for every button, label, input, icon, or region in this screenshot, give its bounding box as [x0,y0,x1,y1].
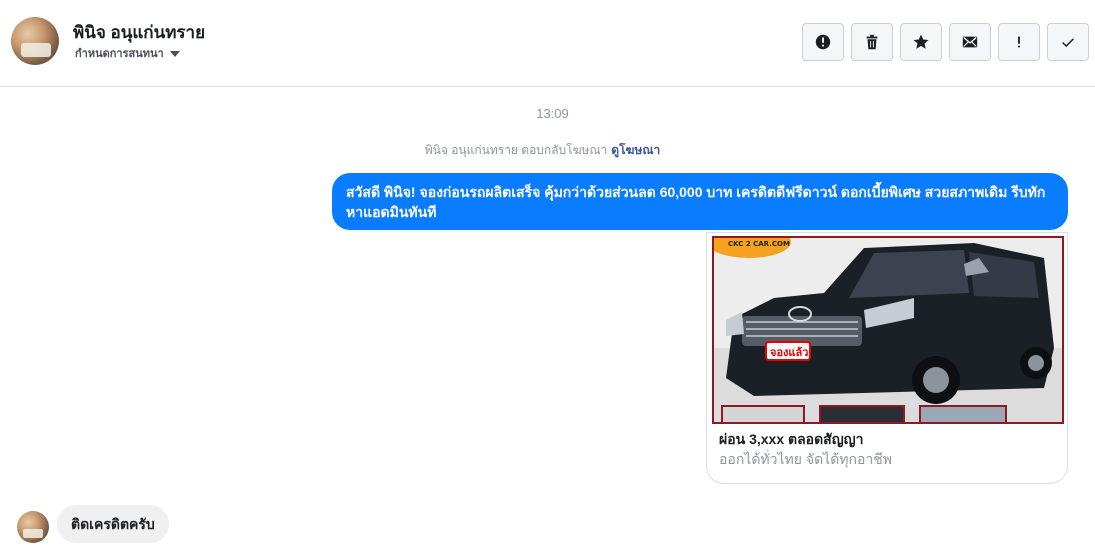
ad-card[interactable]: CKC 2 CAR.COM จองแล้ว ผ่อน 3,xxx ตลอดสัญ… [706,232,1068,484]
outgoing-message[interactable]: สวัสดี พินิจ! จองก่อนรถผลิตเสร็จ คุ้มกว่… [332,173,1068,230]
dealer-logo-text: CKC 2 CAR.COM [728,240,790,248]
mark-unread-button[interactable] [949,23,991,61]
pickup-truck-image: CKC 2 CAR.COM จองแล้ว [714,238,1062,422]
check-icon [1062,38,1074,48]
incoming-message[interactable]: ติดเครดิตครับ [57,505,169,543]
ad-reply-notice: พินิจ อนุแก่นทราย ตอบกลับโฆษณา ดูโฆษณา [0,141,1085,160]
booked-sticker-text: จองแล้ว [770,346,808,359]
star-button[interactable] [900,23,942,61]
mark-spam-button[interactable] [802,23,844,61]
conversation-header: พินิจ อนุแก่นทราย กำหนดการสนทนา [0,0,1095,87]
message-timestamp: 13:09 [536,106,569,121]
ad-title: ผ่อน 3,xxx ตลอดสัญญา [719,431,864,447]
view-ad-link[interactable]: ดูโฆษณา [611,143,660,157]
caret-down-icon [169,50,180,57]
trash-icon [866,34,878,50]
contact-name[interactable]: พินิจ อนุแก่นทราย [73,19,205,46]
delete-button[interactable] [851,23,893,61]
alert-circle-icon [815,34,831,50]
conversation-toolbar [802,23,1089,61]
envelope-icon [962,36,978,48]
ad-description: ออกได้ทั่วไทย จัดได้ทุกอาชีพ [719,451,893,467]
star-icon [913,34,929,49]
conversation-assign-label: กำหนดการสนทนา [75,48,164,60]
avatar[interactable] [17,511,49,543]
mark-done-button[interactable] [1047,23,1089,61]
avatar[interactable] [11,17,59,65]
exclamation-icon [1018,36,1020,48]
priority-button[interactable] [998,23,1040,61]
ad-image: CKC 2 CAR.COM จองแล้ว [712,236,1064,424]
conversation-assign-dropdown[interactable]: กำหนดการสนทนา [75,44,180,62]
ad-reply-text: พินิจ อนุแก่นทราย ตอบกลับโฆษณา [424,143,608,157]
